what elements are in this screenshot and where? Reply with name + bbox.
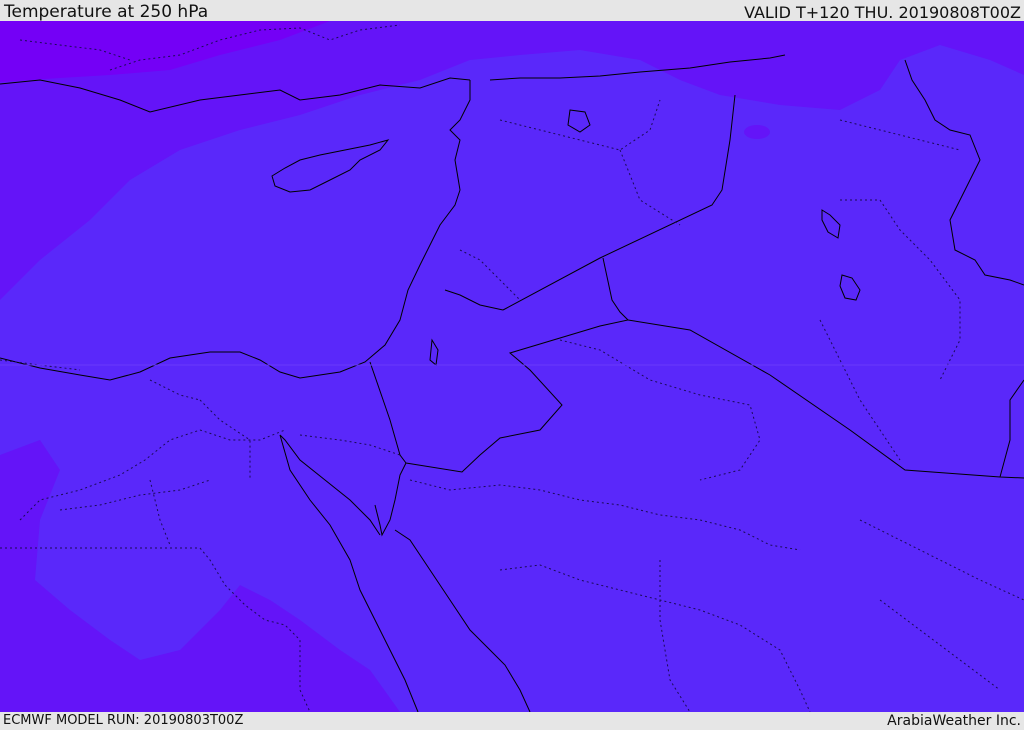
model-run: ECMWF MODEL RUN: 20190803T00Z (3, 713, 244, 728)
temperature-map (0, 21, 1024, 712)
credit-label: ArabiaWeather Inc. (887, 713, 1021, 729)
header-bar: Temperature at 250 hPa VALID T+120 THU. … (0, 0, 1024, 22)
map-area[interactable] (0, 21, 1024, 712)
footer-bar: ECMWF MODEL RUN: 20190803T00Z ArabiaWeat… (0, 712, 1024, 729)
map-title: Temperature at 250 hPa (4, 2, 209, 22)
valid-time: VALID T+120 THU. 20190808T00Z (744, 3, 1021, 22)
cool-patch (744, 125, 770, 139)
